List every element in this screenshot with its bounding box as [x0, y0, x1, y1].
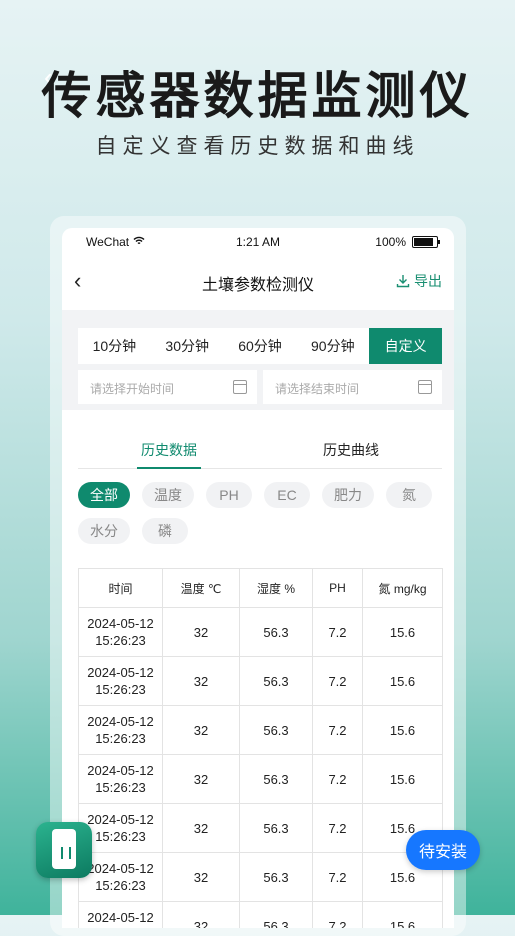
date-range-row: 请选择开始时间 请选择结束时间 [78, 370, 442, 404]
promo-subtitle: 自定义查看历史数据和曲线 [95, 135, 420, 158]
range-tab-30min[interactable]: 30分钟 [151, 328, 224, 364]
cell-humidity: 56.3 [239, 852, 313, 902]
cell-temperature: 32 [162, 656, 240, 706]
download-icon [396, 275, 410, 288]
table-row: 2024-05-12 15:26:233256.37.215.6 [78, 607, 443, 657]
chip-temperature[interactable]: 温度 [142, 482, 194, 508]
battery-percent: 100% [375, 235, 406, 249]
cell-ph: 7.2 [312, 754, 363, 804]
cell-humidity: 56.3 [239, 656, 313, 706]
export-button[interactable]: 导出 [396, 271, 442, 291]
cell-time: 2024-05-12 15:26:23 [78, 754, 163, 804]
cell-temperature: 32 [162, 803, 240, 853]
end-time-placeholder: 请选择结束时间 [275, 382, 360, 396]
cell-time: 2024-05-12 15:26:23 [78, 705, 163, 755]
range-tab-60min[interactable]: 60分钟 [224, 328, 297, 364]
range-tab-90min[interactable]: 90分钟 [296, 328, 369, 364]
col-header-ph: PH [312, 568, 363, 608]
battery-status: 100% [375, 235, 440, 249]
cell-humidity: 56.3 [239, 705, 313, 755]
app-icon[interactable] [36, 822, 92, 878]
calendar-icon [233, 380, 247, 394]
end-time-input[interactable]: 请选择结束时间 [263, 370, 442, 404]
install-button[interactable]: 待安装 [406, 830, 480, 870]
chip-all[interactable]: 全部 [78, 482, 130, 508]
cell-ph: 7.2 [312, 607, 363, 657]
tab-history-curve[interactable]: 历史曲线 [260, 428, 442, 468]
cell-nitrogen: 15.6 [362, 656, 443, 706]
cell-temperature: 32 [162, 607, 240, 657]
chip-fertility[interactable]: 肥力 [322, 482, 374, 508]
table-header-row: 时间 温度 ℃ 湿度 % PH 氮 mg/kg [78, 568, 443, 608]
range-tab-10min[interactable]: 10分钟 [78, 328, 151, 364]
promo-title: 传感器数据监测仪 [41, 68, 474, 124]
cell-humidity: 56.3 [239, 607, 313, 657]
chip-nitrogen[interactable]: 氮 [386, 482, 432, 508]
table-row: 2024-05-12 15:26:233256.37.215.6 [78, 852, 443, 902]
chip-phosphorus[interactable]: 磷 [142, 518, 188, 544]
col-header-time: 时间 [78, 568, 163, 608]
col-header-nitrogen: 氮 mg/kg [362, 568, 443, 608]
history-tabs: 历史数据 历史曲线 [78, 428, 442, 469]
cell-ph: 7.2 [312, 852, 363, 902]
cell-nitrogen: 15.6 [362, 754, 443, 804]
cell-time: 2024-05-12 15:26:23 [78, 656, 163, 706]
col-header-temperature: 温度 ℃ [162, 568, 240, 608]
phone-screen: WeChat 1:21 AM 100% ‹ 土壤参数检测仪 导出 10分钟 30… [62, 228, 454, 928]
history-table: 时间 温度 ℃ 湿度 % PH 氮 mg/kg 2024-05-12 15:26… [78, 568, 443, 928]
chip-ec[interactable]: EC [264, 482, 310, 508]
battery-icon [412, 236, 440, 248]
cell-temperature: 32 [162, 852, 240, 902]
range-tab-custom[interactable]: 自定义 [369, 328, 442, 364]
cell-humidity: 56.3 [239, 803, 313, 853]
nav-bar: ‹ 土壤参数检测仪 导出 [62, 256, 454, 308]
table-row: 2024-05-12 15:26:233256.37.215.6 [78, 754, 443, 804]
table-row: 2024-05-12 15:26:233256.37.215.6 [78, 705, 443, 755]
time-range-panel: 10分钟 30分钟 60分钟 90分钟 自定义 请选择开始时间 请选择结束时间 [62, 310, 454, 410]
range-tabs: 10分钟 30分钟 60分钟 90分钟 自定义 [78, 328, 442, 364]
cell-nitrogen: 15.6 [362, 607, 443, 657]
chip-moisture[interactable]: 水分 [78, 518, 130, 544]
col-header-humidity: 湿度 % [239, 568, 313, 608]
start-time-placeholder: 请选择开始时间 [90, 382, 175, 396]
export-label: 导出 [414, 273, 442, 289]
calendar-icon [418, 380, 432, 394]
parameter-filter: 全部 温度 PH EC 肥力 氮 水分 磷 [78, 482, 442, 544]
cell-nitrogen: 15.6 [362, 705, 443, 755]
cell-ph: 7.2 [312, 803, 363, 853]
status-bar: WeChat 1:21 AM 100% [62, 228, 454, 256]
table-row: 2024-05-12 15:26:233256.37.215.6 [78, 803, 443, 853]
cell-temperature: 32 [162, 754, 240, 804]
table-body: 2024-05-12 15:26:23 32 56.3 7.2 15.6 2024-05-… [78, 607, 443, 928]
chip-ph[interactable]: PH [206, 482, 252, 508]
cell-humidity: 56.3 [239, 754, 313, 804]
start-time-input[interactable]: 请选择开始时间 [78, 370, 257, 404]
cell-ph: 7.2 [312, 705, 363, 755]
cell-temperature: 32 [162, 705, 240, 755]
cell-ph: 7.2 [312, 656, 363, 706]
table-row: 2024-05-12 15:26:233256.37.215.6 [78, 656, 443, 706]
cell-time: 2024-05-12 15:26:23 [78, 607, 163, 657]
tab-history-data[interactable]: 历史数据 [78, 428, 260, 469]
